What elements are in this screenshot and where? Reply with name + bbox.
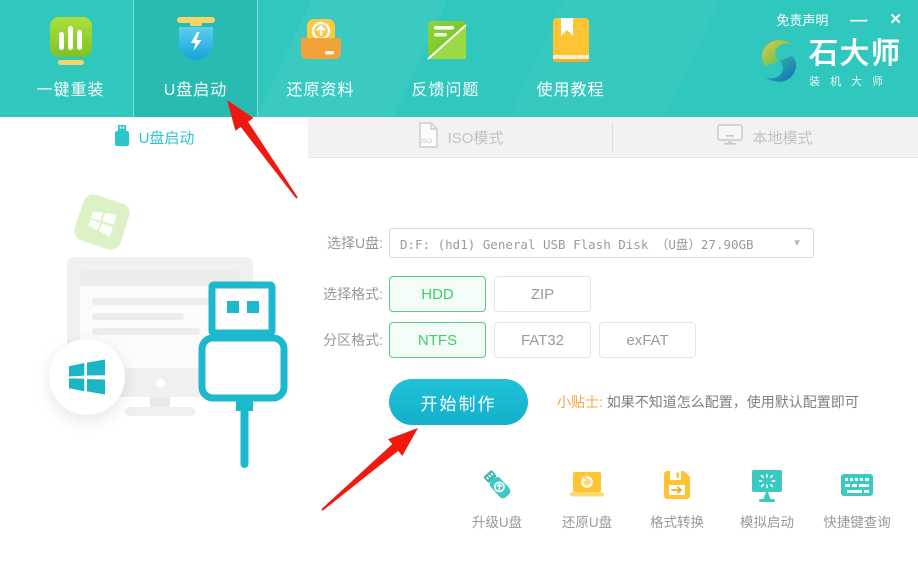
nav-item-feedback[interactable]: 反馈问题 xyxy=(383,0,508,117)
tool-format-convert[interactable]: 格式转换 xyxy=(632,466,722,531)
tool-label: 模拟启动 xyxy=(740,511,794,531)
tool-label: 升级U盘 xyxy=(472,511,522,531)
titlebar-actions: 免责声明 — ✕ xyxy=(776,10,902,29)
start-make-button[interactable]: 开始制作 xyxy=(389,379,528,425)
hotkey-lookup-icon xyxy=(838,466,876,504)
monitor-base xyxy=(125,407,195,416)
partition-row: 分区格式: NTFS FAT32 exFAT xyxy=(317,322,696,358)
brand-name: 石大师 xyxy=(809,39,902,69)
nav-item-tutorial[interactable]: 使用教程 xyxy=(508,0,633,117)
header-bar: 一键重装 U盘启动 xyxy=(0,0,918,117)
nav-label: 反馈问题 xyxy=(411,76,479,100)
nav-item-usb-boot[interactable]: U盘启动 xyxy=(133,0,258,117)
brand-subtitle: 装机大师 xyxy=(809,73,902,89)
tool-upgrade-usb[interactable]: 升级U盘 xyxy=(452,466,542,531)
tab-divider xyxy=(612,122,613,153)
partition-option-ntfs[interactable]: NTFS xyxy=(389,322,486,358)
disclaimer-link[interactable]: 免责声明 xyxy=(776,10,828,29)
main-nav: 一键重装 U盘启动 xyxy=(8,0,633,117)
tool-label: 快捷键查询 xyxy=(823,511,891,531)
brand-logo: 石大师 装机大师 xyxy=(757,37,902,90)
chart-bars-icon xyxy=(45,15,97,67)
tool-hotkey-lookup[interactable]: 快捷键查询 xyxy=(812,466,902,531)
nav-label: 还原资料 xyxy=(286,76,354,100)
chevron-down-icon[interactable]: ▼ xyxy=(792,238,802,249)
nav-item-reinstall[interactable]: 一键重装 xyxy=(8,0,133,117)
windows-tile-icon xyxy=(72,192,132,252)
format-option-hdd[interactable]: HDD xyxy=(389,276,486,312)
tutorial-book-icon xyxy=(545,15,597,67)
tip-text: 如果不知道怎么配置，使用默认配置即可 xyxy=(607,394,859,410)
format-label: 选择格式: xyxy=(317,284,383,304)
tab-local-mode[interactable]: 本地模式 xyxy=(612,117,918,158)
format-convert-icon xyxy=(658,466,696,504)
close-icon[interactable]: ✕ xyxy=(889,12,902,28)
restore-data-icon xyxy=(295,15,347,67)
simulate-boot-icon xyxy=(748,466,786,504)
nav-item-restore-data[interactable]: 还原资料 xyxy=(258,0,383,117)
usb-shield-icon xyxy=(170,15,222,67)
tab-label: 本地模式 xyxy=(752,127,812,148)
start-row: 开始制作 小贴士: 如果不知道怎么配置，使用默认配置即可 xyxy=(317,379,859,425)
usb-select-row: 选择U盘: D:F: (hd1) General USB Flash Disk … xyxy=(317,228,814,258)
restore-usb-icon xyxy=(568,466,606,504)
monitor-icon xyxy=(717,124,743,150)
minimize-icon[interactable]: — xyxy=(850,12,867,28)
usb-select-label: 选择U盘: xyxy=(317,233,383,253)
partition-option-fat32[interactable]: FAT32 xyxy=(494,322,591,358)
app-window: 一键重装 U盘启动 xyxy=(0,0,918,579)
upgrade-usb-icon xyxy=(478,466,516,504)
mode-tabbar: U盘启动 ISO ISO模式 本地模式 xyxy=(0,117,918,158)
usb-drive-select[interactable]: D:F: (hd1) General USB Flash Disk （U盘）27… xyxy=(389,228,814,258)
tip-prefix: 小贴士: xyxy=(557,394,603,410)
partition-label: 分区格式: xyxy=(317,330,383,350)
tool-label: 格式转换 xyxy=(650,511,704,531)
tab-label: ISO模式 xyxy=(448,127,504,148)
nav-label: 使用教程 xyxy=(536,76,604,100)
tab-usb-boot[interactable]: U盘启动 xyxy=(0,117,308,158)
partition-option-exfat[interactable]: exFAT xyxy=(599,322,696,358)
iso-file-icon: ISO xyxy=(417,122,439,152)
bottom-toolbar: 升级U盘 还原U盘 xyxy=(452,466,904,531)
svg-text:ISO: ISO xyxy=(421,138,432,145)
usb-plug-graphic xyxy=(195,280,295,475)
tip-message: 小贴士: 如果不知道怎么配置，使用默认配置即可 xyxy=(557,392,859,412)
usb-drive-value: D:F: (hd1) General USB Flash Disk （U盘）27… xyxy=(390,234,754,253)
format-row: 选择格式: HDD ZIP xyxy=(317,276,591,312)
usb-illustration xyxy=(0,158,345,579)
tool-label: 还原U盘 xyxy=(562,511,612,531)
nav-label: 一键重装 xyxy=(36,76,104,100)
tool-restore-usb[interactable]: 还原U盘 xyxy=(542,466,632,531)
tab-iso-mode[interactable]: ISO ISO模式 xyxy=(308,117,612,158)
format-option-zip[interactable]: ZIP xyxy=(494,276,591,312)
windows-logo-badge xyxy=(49,339,125,415)
usb-stick-icon xyxy=(114,125,130,151)
tab-label: U盘启动 xyxy=(139,127,195,148)
feedback-envelope-icon xyxy=(420,15,472,67)
nav-label: U盘启动 xyxy=(164,76,228,100)
brand-logo-icon xyxy=(757,37,801,90)
tool-simulate-boot[interactable]: 模拟启动 xyxy=(722,466,812,531)
